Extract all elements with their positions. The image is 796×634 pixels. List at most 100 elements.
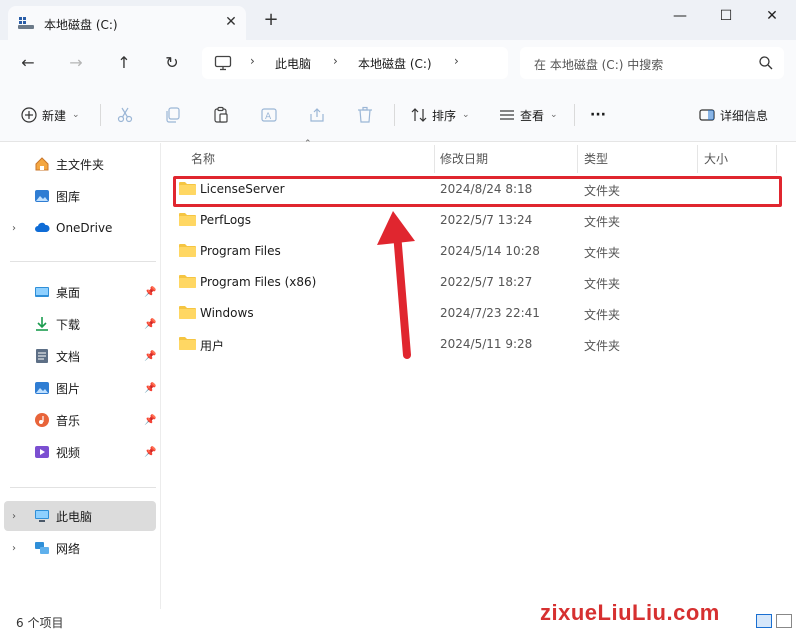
pin-icon: 📌: [144, 446, 157, 458]
column-header-date[interactable]: 修改日期: [440, 147, 488, 171]
column-header-name[interactable]: 名称: [191, 147, 215, 171]
divider: [394, 104, 395, 126]
file-date: 2022/5/7 18:27: [440, 275, 533, 289]
sort-ascending-icon: ⌃: [304, 139, 312, 149]
back-button[interactable]: ←: [16, 52, 40, 74]
view-button[interactable]: 查看 ⌄: [498, 104, 558, 126]
computer-icon: [35, 510, 49, 522]
watermark-text: zixueLiuLiu.com: [540, 600, 720, 625]
tab-close-button[interactable]: ✕: [222, 13, 240, 31]
details-pane-button[interactable]: 详细信息: [698, 104, 768, 126]
column-divider[interactable]: [434, 145, 435, 173]
sidebar-item-label: 主文件夹: [56, 157, 105, 172]
paste-button[interactable]: [212, 104, 230, 126]
download-icon: [36, 317, 48, 331]
sidebar-item-music[interactable]: 音乐 📌: [4, 405, 156, 435]
share-button[interactable]: [308, 104, 326, 126]
pin-icon: 📌: [144, 286, 157, 298]
gallery-icon: [35, 190, 49, 202]
copy-button[interactable]: [164, 104, 182, 126]
pin-icon: 📌: [144, 350, 157, 362]
new-button[interactable]: 新建 ⌄: [20, 104, 80, 126]
column-divider[interactable]: [697, 145, 698, 173]
table-row[interactable]: Program Files (x86) 2022/5/7 18:27 文件夹: [173, 267, 783, 297]
rename-icon: A: [261, 108, 277, 122]
sort-button[interactable]: 排序 ⌄: [410, 104, 470, 126]
breadcrumb-local-disk[interactable]: 本地磁盘 (C:): [358, 55, 432, 72]
column-divider[interactable]: [577, 145, 578, 173]
forward-button[interactable]: →: [64, 52, 88, 74]
column-header-size[interactable]: 大小: [704, 147, 728, 171]
sort-icon: [411, 108, 427, 122]
cut-button[interactable]: [116, 104, 134, 126]
sidebar-item-onedrive[interactable]: › OneDrive: [4, 213, 156, 243]
folder-icon: [179, 306, 196, 319]
sidebar-item-downloads[interactable]: 下载 📌: [4, 309, 156, 339]
chevron-down-icon: ⌄: [72, 110, 80, 120]
more-options-button[interactable]: ···: [590, 104, 606, 126]
scissors-icon: [117, 107, 133, 123]
sidebar-divider: [10, 261, 156, 262]
new-label: 新建: [42, 108, 67, 123]
share-icon: [310, 108, 324, 122]
new-tab-button[interactable]: +: [260, 10, 282, 32]
thumbnail-view-button[interactable]: [776, 614, 792, 628]
search-icon: [759, 56, 773, 70]
home-icon: [35, 157, 49, 171]
close-button[interactable]: ✕: [758, 6, 786, 26]
file-name: 用户: [200, 339, 225, 353]
up-button[interactable]: ↑: [112, 52, 136, 74]
document-icon: [36, 349, 48, 363]
breadcrumb-this-pc[interactable]: 此电脑: [275, 55, 311, 72]
command-bar: 新建 ⌄ A 排序 ⌄ 查看 ⌄ ··· 详细信息: [0, 86, 796, 142]
sidebar-item-label: 下载: [56, 317, 81, 332]
refresh-button[interactable]: ↻: [160, 52, 184, 74]
sidebar-item-label: 图片: [56, 381, 81, 396]
music-icon: [35, 413, 49, 427]
chevron-right-icon[interactable]: ›: [12, 511, 16, 522]
chevron-right-icon[interactable]: ›: [12, 223, 16, 234]
sidebar-item-gallery[interactable]: 图库: [4, 181, 156, 211]
sidebar-item-label: 网络: [56, 541, 81, 556]
rename-button[interactable]: A: [260, 104, 278, 126]
table-row[interactable]: PerfLogs 2022/5/7 13:24 文件夹: [173, 205, 783, 235]
tab-local-disk[interactable]: 本地磁盘 (C:) ✕: [8, 6, 246, 40]
sidebar-item-label: 音乐: [56, 413, 81, 428]
sidebar-item-network[interactable]: › 网络: [4, 533, 156, 563]
view-label: 查看: [520, 108, 545, 123]
sidebar-item-this-pc[interactable]: › 此电脑: [4, 501, 156, 531]
search-box[interactable]: 在 本地磁盘 (C:) 中搜索: [520, 47, 784, 79]
table-row[interactable]: 用户 2024/5/11 9:28 文件夹: [173, 329, 783, 359]
sidebar-divider: [10, 487, 156, 488]
table-row[interactable]: Windows 2024/7/23 22:41 文件夹: [173, 298, 783, 328]
file-date: 2024/7/23 22:41: [440, 306, 540, 320]
more-icon: ···: [590, 107, 606, 123]
sidebar-item-documents[interactable]: 文档 📌: [4, 341, 156, 371]
maximize-button[interactable]: ☐: [712, 6, 740, 26]
file-date: 2024/5/11 9:28: [440, 337, 533, 351]
address-bar[interactable]: › 此电脑 › 本地磁盘 (C:) ›: [202, 47, 508, 79]
trash-icon: [358, 106, 372, 123]
delete-button[interactable]: [356, 104, 374, 126]
column-divider[interactable]: [776, 145, 777, 173]
sidebar-item-desktop[interactable]: 桌面 📌: [4, 277, 156, 307]
sidebar-item-label: 文档: [56, 349, 81, 364]
sidebar-item-videos[interactable]: 视频 📌: [4, 437, 156, 467]
minimize-button[interactable]: —: [666, 6, 694, 26]
file-type: 文件夹: [584, 339, 621, 353]
file-type: 文件夹: [584, 246, 621, 260]
details-pane-icon: [699, 109, 715, 121]
sidebar-item-home[interactable]: 主文件夹: [4, 149, 156, 179]
details-view-button[interactable]: [756, 614, 772, 628]
navigation-bar: ← → ↑ ↻ › 此电脑 › 本地磁盘 (C:) › 在 本地磁盘 (C:) …: [0, 40, 796, 86]
table-row[interactable]: Program Files 2024/5/14 10:28 文件夹: [173, 236, 783, 266]
chevron-right-icon: ›: [250, 54, 255, 68]
column-header-type[interactable]: 类型: [584, 147, 608, 171]
folder-icon: [179, 337, 196, 350]
sidebar-item-pictures[interactable]: 图片 📌: [4, 373, 156, 403]
chevron-right-icon[interactable]: ›: [454, 54, 459, 68]
divider: [100, 104, 101, 126]
file-explorer-window: 本地磁盘 (C:) ✕ + — ☐ ✕ ← → ↑ ↻ › 此电脑 › 本地磁盘…: [0, 0, 796, 634]
chevron-right-icon[interactable]: ›: [12, 543, 16, 554]
video-icon: [35, 446, 49, 458]
